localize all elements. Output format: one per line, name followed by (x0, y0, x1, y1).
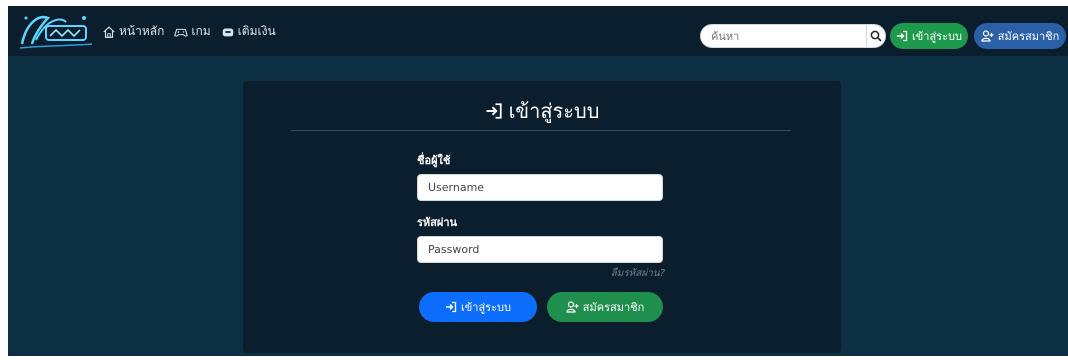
navbar: หน้าหลัก เกม เติมเงิน ค้นหา เข้าสู่ระบบ … (8, 6, 1068, 56)
nav-item-topup[interactable]: เติมเงิน (221, 22, 276, 41)
login-button-top[interactable]: เข้าสู่ระบบ (890, 23, 968, 49)
login-submit-label: เข้าสู่ระบบ (461, 301, 511, 314)
password-field[interactable] (417, 236, 663, 263)
forgot-password-link[interactable]: ลืมรหัสผ่าน? (583, 266, 665, 281)
gamepad-icon (174, 28, 189, 37)
login-title: เข้าสู่ระบบ (243, 95, 841, 127)
password-label: รหัสผ่าน (417, 216, 458, 229)
nav-item-games[interactable]: เกม (174, 22, 211, 41)
search-input[interactable] (701, 25, 866, 47)
nav-item-home[interactable]: หน้าหลัก (102, 22, 164, 41)
username-field[interactable] (417, 174, 663, 201)
search-icon (870, 30, 882, 42)
search-bar (700, 24, 886, 48)
title-divider (291, 130, 791, 131)
login-icon (446, 301, 457, 313)
home-icon (103, 25, 115, 38)
register-button-label: สมัครสมาชิก (582, 301, 645, 314)
username-label: ชื่อผู้ใช้ (417, 154, 451, 167)
register-button[interactable]: สมัครสมาชิก (547, 292, 663, 322)
page: หน้าหลัก เกม เติมเงิน ค้นหา เข้าสู่ระบบ … (8, 6, 1068, 356)
nav-item-topup-label: เติมเงิน (237, 24, 276, 38)
register-button-top[interactable]: สมัครสมาชิก (974, 23, 1066, 49)
login-title-text: เข้าสู่ระบบ (508, 99, 600, 123)
add-user-icon (981, 30, 994, 42)
search-button[interactable] (866, 25, 885, 47)
nav-item-games-label: เกม (191, 24, 211, 38)
login-card: เข้าสู่ระบบ ชื่อผู้ใช้ รหัสผ่าน ลืมรหัสผ… (243, 81, 841, 353)
wallet-icon (222, 28, 233, 36)
login-icon (897, 30, 908, 42)
nav-item-home-label: หน้าหลัก (119, 24, 165, 38)
main-nav: หน้าหลัก เกม เติมเงิน (102, 22, 276, 41)
register-button-top-label: สมัครสมาชิก (997, 30, 1060, 43)
add-user-icon (566, 301, 579, 313)
login-icon (486, 103, 502, 119)
login-button-top-label: เข้าสู่ระบบ (912, 30, 962, 43)
site-logo[interactable] (16, 10, 96, 50)
login-submit-button[interactable]: เข้าสู่ระบบ (419, 292, 537, 322)
